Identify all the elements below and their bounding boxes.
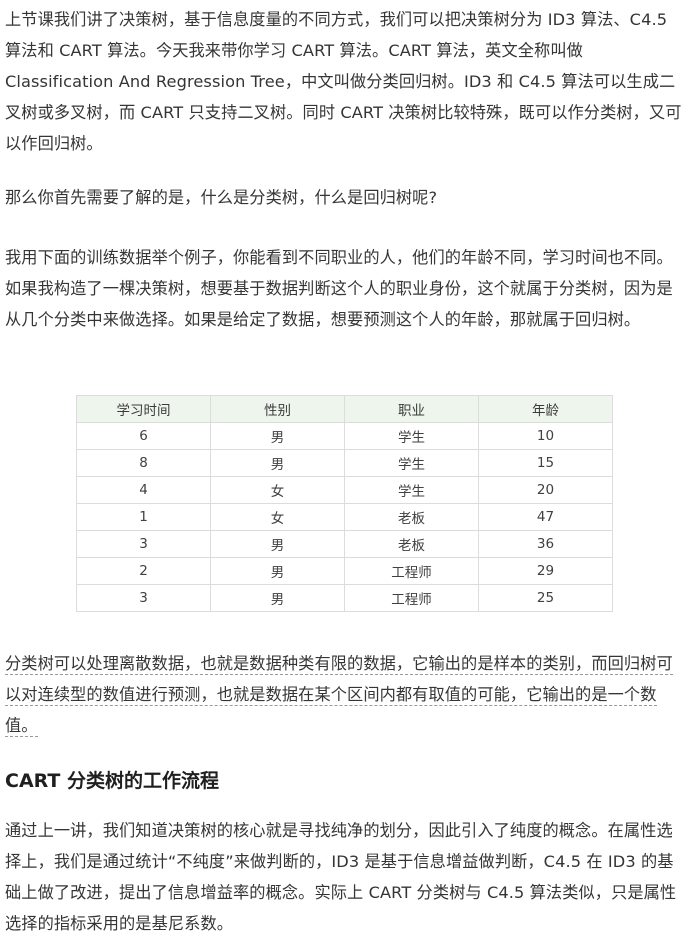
paragraph-question: 那么你首先需要了解的是，什么是分类树，什么是回归树呢? (5, 188, 438, 207)
cell-occupation: 工程师 (344, 584, 479, 612)
cell-gender: 女 (210, 476, 345, 504)
cell-age: 36 (478, 530, 613, 558)
section-heading: CART 分类树的工作流程 (5, 770, 220, 792)
paragraph-example: 我用下面的训练数据举个例子，你能看到不同职业的人，他们的年龄不同，学习时间也不同… (5, 248, 673, 329)
cell-age: 25 (478, 584, 613, 612)
cell-gender: 男 (210, 422, 345, 450)
table-row: 3 男 老板 36 (76, 530, 613, 558)
cell-occupation: 老板 (344, 530, 479, 558)
cell-study-time: 8 (76, 449, 211, 477)
header-gender: 性别 (210, 395, 345, 423)
cell-gender: 男 (210, 584, 345, 612)
cell-age: 20 (478, 476, 613, 504)
table-row: 2 男 工程师 29 (76, 557, 613, 585)
table-row: 3 男 工程师 25 (76, 584, 613, 612)
cell-occupation: 学生 (344, 422, 479, 450)
cell-gender: 男 (210, 449, 345, 477)
table-row: 6 男 学生 10 (76, 422, 613, 450)
table-row: 1 女 老板 47 (76, 503, 613, 531)
cell-study-time: 1 (76, 503, 211, 531)
cell-study-time: 4 (76, 476, 211, 504)
training-data-table: 学习时间 性别 职业 年龄 6 男 学生 10 8 男 学生 15 4 女 学生… (76, 395, 613, 612)
paragraph-intro: 上节课我们讲了决策树，基于信息度量的不同方式，我们可以把决策树分为 ID3 算法… (5, 10, 682, 153)
cell-age: 47 (478, 503, 613, 531)
cell-study-time: 3 (76, 530, 211, 558)
cell-study-time: 6 (76, 422, 211, 450)
table-row: 4 女 学生 20 (76, 476, 613, 504)
cell-study-time: 3 (76, 584, 211, 612)
cell-age: 15 (478, 449, 613, 477)
cell-gender: 男 (210, 530, 345, 558)
header-occupation: 职业 (344, 395, 479, 423)
paragraph-highlighted-note[interactable]: 分类树可以处理离散数据，也就是数据种类有限的数据，它输出的是样本的类别，而回归树… (5, 648, 687, 741)
cell-occupation: 学生 (344, 476, 479, 504)
paragraph-workflow: 通过上一讲，我们知道决策树的核心就是寻找纯净的划分，因此引入了纯度的概念。在属性… (5, 821, 677, 933)
cell-gender: 男 (210, 557, 345, 585)
cell-occupation: 工程师 (344, 557, 479, 585)
cell-study-time: 2 (76, 557, 211, 585)
cell-age: 10 (478, 422, 613, 450)
table-header-row: 学习时间 性别 职业 年龄 (76, 395, 613, 423)
cell-age: 29 (478, 557, 613, 585)
header-age: 年龄 (478, 395, 613, 423)
cell-occupation: 老板 (344, 503, 479, 531)
header-study-time: 学习时间 (76, 395, 211, 423)
cell-occupation: 学生 (344, 449, 479, 477)
table-row: 8 男 学生 15 (76, 449, 613, 477)
cell-gender: 女 (210, 503, 345, 531)
highlighted-text[interactable]: 分类树可以处理离散数据，也就是数据种类有限的数据，它输出的是样本的类别，而回归树… (5, 654, 673, 737)
